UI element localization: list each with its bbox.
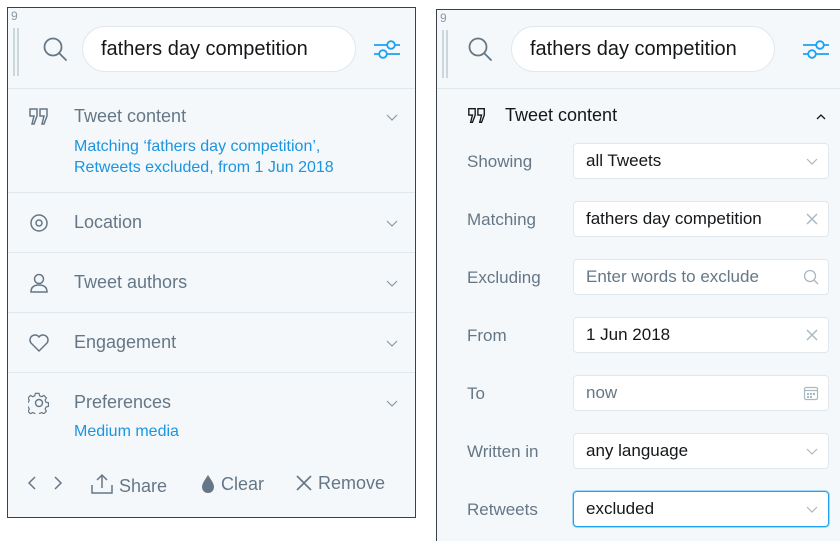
to-label: To: [467, 384, 485, 403]
section-preferences[interactable]: Preferences Medium media: [8, 373, 415, 455]
chevron-down-icon: [386, 340, 398, 347]
to-date-input[interactable]: now: [573, 375, 829, 411]
chevron-left-icon: [27, 476, 36, 490]
search-input[interactable]: fathers day competition: [82, 26, 356, 72]
chevron-up-icon: [816, 114, 826, 120]
share-button[interactable]: Share: [90, 473, 167, 497]
chevron-down-icon: [386, 220, 398, 227]
column-header: 9 fathers day competition: [437, 10, 840, 89]
chevron-down-icon: [386, 114, 398, 121]
chevron-down-icon: [806, 448, 818, 455]
retweets-select[interactable]: excluded: [573, 491, 829, 527]
gear-icon: [28, 392, 50, 414]
from-value: 1 Jun 2018: [586, 325, 671, 344]
section-summary: Medium media: [74, 423, 179, 440]
location-pin-icon: [30, 214, 48, 232]
matching-value: fathers day competition: [586, 209, 762, 228]
drag-handle[interactable]: [442, 30, 448, 78]
move-right-button[interactable]: [52, 473, 64, 494]
from-label: From: [467, 326, 507, 345]
section-engagement[interactable]: Engagement: [8, 313, 415, 373]
chevron-down-icon: [386, 280, 398, 287]
section-tweet-authors[interactable]: Tweet authors: [8, 253, 415, 313]
share-icon: [91, 473, 113, 494]
column-number: 9: [11, 9, 18, 23]
retweets-label: Retweets: [467, 500, 538, 519]
section-title: Engagement: [74, 332, 177, 352]
search-icon[interactable]: [467, 36, 493, 62]
section-location[interactable]: Location: [8, 193, 415, 253]
clear-label: Clear: [221, 474, 265, 494]
share-label: Share: [119, 476, 168, 496]
clear-icon[interactable]: [805, 328, 819, 342]
search-column-expanded: 9 fathers day competition Tweet content …: [436, 9, 840, 541]
excluding-label: Excluding: [467, 268, 541, 287]
heart-icon: [29, 334, 49, 352]
filter-settings-icon[interactable]: [801, 36, 831, 62]
drop-icon: [202, 475, 214, 493]
move-left-button[interactable]: [26, 473, 38, 494]
search-icon[interactable]: [42, 36, 68, 62]
from-date-input[interactable]: 1 Jun 2018: [573, 317, 829, 353]
excluding-placeholder: Enter words to exclude: [586, 267, 759, 286]
column-header: 9 fathers day competition: [8, 8, 415, 89]
clear-icon[interactable]: [805, 212, 819, 226]
clear-button[interactable]: Clear: [200, 473, 264, 495]
calendar-icon[interactable]: [803, 385, 819, 401]
section-summary: Matching ‘fathers day competition’,: [74, 138, 321, 155]
chevron-down-icon: [806, 506, 818, 513]
to-value: now: [586, 383, 618, 402]
matching-input[interactable]: fathers day competition: [573, 201, 829, 237]
column-footer: Share Clear Remove: [8, 453, 415, 517]
chevron-down-icon: [386, 400, 398, 407]
section-tweet-content-header[interactable]: Tweet content: [437, 98, 840, 134]
remove-button[interactable]: Remove: [295, 473, 385, 494]
excluding-input[interactable]: Enter words to exclude: [573, 259, 829, 295]
language-select[interactable]: any language: [573, 433, 829, 469]
showing-select[interactable]: all Tweets: [573, 143, 829, 179]
section-tweet-content[interactable]: Tweet content Matching ‘fathers day comp…: [8, 88, 415, 193]
user-icon: [30, 273, 48, 293]
remove-label: Remove: [318, 473, 386, 493]
section-title: Tweet authors: [74, 272, 188, 292]
section-title: Tweet content: [74, 106, 187, 126]
retweets-value: excluded: [586, 499, 655, 518]
close-icon: [296, 475, 312, 491]
written-in-label: Written in: [467, 442, 539, 461]
showing-label: Showing: [467, 152, 533, 171]
search-icon: [803, 269, 819, 285]
showing-value: all Tweets: [586, 151, 662, 170]
search-column-collapsed: 9 fathers day competition Tweet content …: [7, 7, 416, 518]
search-input[interactable]: fathers day competition: [511, 26, 775, 72]
quote-icon: [29, 108, 48, 125]
column-number: 9: [440, 11, 447, 25]
section-summary: Retweets excluded, from 1 Jun 2018: [74, 159, 334, 176]
drag-handle[interactable]: [13, 28, 19, 76]
section-title: Tweet content: [505, 105, 618, 125]
section-title: Location: [74, 212, 143, 232]
chevron-right-icon: [54, 476, 63, 490]
quote-icon: [468, 108, 485, 124]
language-value: any language: [586, 441, 689, 460]
filter-settings-icon[interactable]: [372, 36, 402, 62]
chevron-down-icon: [806, 158, 818, 165]
matching-label: Matching: [467, 210, 536, 229]
section-title: Preferences: [74, 392, 172, 412]
